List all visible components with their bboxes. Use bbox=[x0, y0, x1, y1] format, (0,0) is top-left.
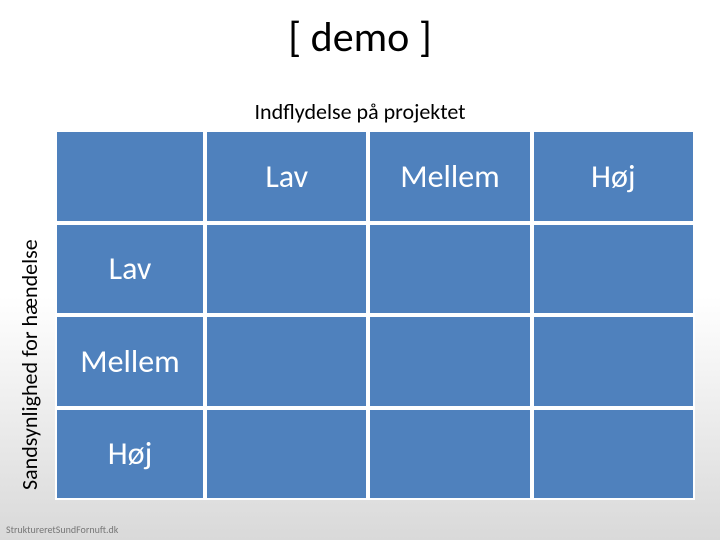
footer-text: StruktureretSundFornuft.dk bbox=[6, 523, 118, 536]
cell-mellem-lav bbox=[205, 315, 368, 408]
col-header-lav: Lav bbox=[205, 130, 368, 223]
row-header-mellem: Mellem bbox=[55, 315, 205, 408]
corner-cell bbox=[55, 130, 205, 223]
cell-mellem-hoj bbox=[532, 315, 695, 408]
cell-hoj-hoj bbox=[532, 408, 695, 501]
slide: [ demo ] Indflydelse på projektet Sandsy… bbox=[0, 0, 720, 540]
cell-lav-hoj bbox=[532, 223, 695, 316]
col-header-hoj: Høj bbox=[532, 130, 695, 223]
cell-mellem-mellem bbox=[368, 315, 531, 408]
cell-lav-mellem bbox=[368, 223, 531, 316]
row-header-hoj: Høj bbox=[55, 408, 205, 501]
rows-axis-label: Sandsynlighed for hændelse bbox=[16, 239, 43, 490]
cell-hoj-mellem bbox=[368, 408, 531, 501]
cell-lav-lav bbox=[205, 223, 368, 316]
cell-hoj-lav bbox=[205, 408, 368, 501]
col-header-mellem: Mellem bbox=[368, 130, 531, 223]
columns-axis-label: Indflydelse på projektet bbox=[0, 98, 720, 125]
row-header-lav: Lav bbox=[55, 223, 205, 316]
page-title: [ demo ] bbox=[0, 12, 720, 63]
matrix-grid: Lav Mellem Høj Lav Mellem Høj bbox=[55, 130, 695, 500]
